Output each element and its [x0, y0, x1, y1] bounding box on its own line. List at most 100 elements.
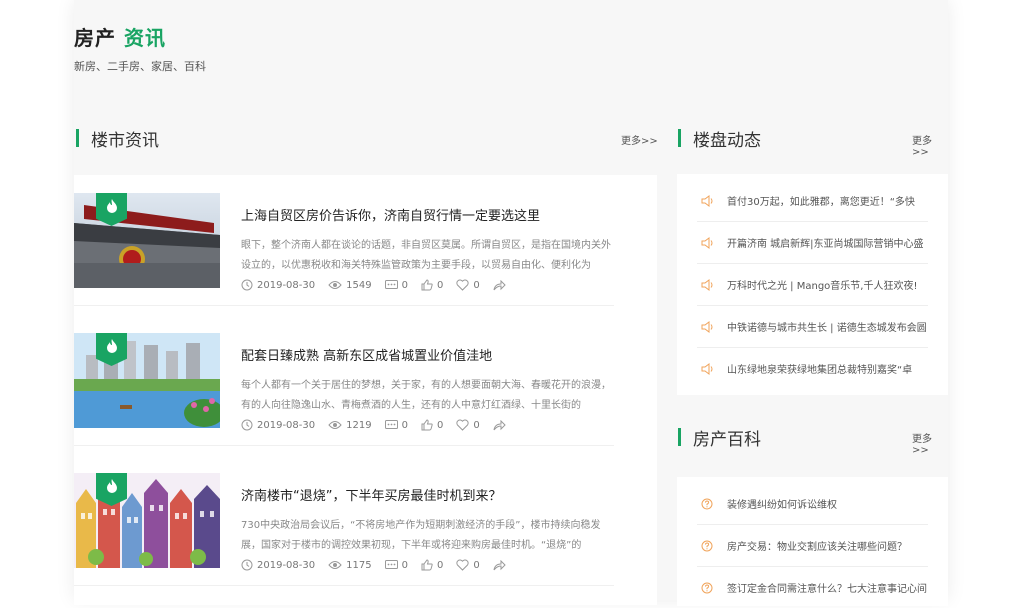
speaker-icon [701, 236, 715, 250]
brand-part2: 资讯 [124, 26, 166, 50]
section-header-encyclopedia: 房产百科 [678, 425, 761, 450]
news-item[interactable]: 济南楼市“退烧”，下半年买房最佳时机到来？ 730中央政治局会议后，“不将房地产… [74, 455, 614, 586]
share-icon [493, 279, 506, 290]
thumbs-up-icon [421, 419, 433, 431]
encyclopedia-list: 装修遇纠纷如何诉讼维权 房产交易：物业交割应该关注哪些问题？ 签订定金合同需注意… [677, 477, 948, 606]
thumbs-up-icon [421, 559, 433, 571]
clock-icon [241, 419, 253, 431]
favorites-meta[interactable]: 0 [456, 419, 480, 431]
news-comments: 0 [401, 419, 408, 431]
news-thumbnail[interactable] [74, 333, 220, 428]
question-icon [701, 581, 715, 595]
section-accent-bar [678, 428, 681, 446]
property-news-item[interactable]: 中铁诺德与城市共生长 | 诺德生态城发布会圆 [697, 306, 928, 348]
property-news-item[interactable]: 首付30万起，如此雅郡，离您更近！“多快 [697, 180, 928, 222]
share-meta[interactable] [493, 279, 506, 291]
news-date: 2019-08-30 [257, 559, 316, 571]
encyclopedia-item[interactable]: 房产交易：物业交割应该关注哪些问题？ [697, 525, 928, 567]
flame-icon [106, 199, 117, 213]
views-meta: 1175 [328, 559, 372, 571]
comments-meta[interactable]: 0 [384, 279, 408, 291]
eye-icon [328, 561, 342, 569]
date-meta: 2019-08-30 [241, 279, 315, 291]
news-favorites: 0 [473, 559, 480, 571]
clock-icon [241, 279, 253, 291]
speaker-icon [701, 194, 715, 208]
comment-icon [384, 279, 398, 289]
more-link-market[interactable]: 更多>> [621, 132, 658, 147]
news-thumbnail[interactable] [74, 193, 220, 288]
views-meta: 1219 [328, 419, 372, 431]
news-date: 2019-08-30 [257, 279, 316, 291]
news-meta: 2019-08-30 1549 0 0 0 [241, 279, 519, 291]
news-likes: 0 [436, 279, 444, 291]
speaker-icon [701, 320, 715, 334]
speaker-icon [701, 278, 715, 292]
share-meta[interactable] [493, 419, 506, 431]
news-favorites: 0 [473, 279, 480, 291]
eye-icon [328, 421, 342, 429]
content-page: 房产 资讯 新房、二手房、家居、百科 楼市资讯 更多>> 楼盘动态 更多>> 上… [74, 0, 948, 606]
eye-icon [328, 281, 342, 289]
flame-icon [106, 479, 117, 493]
news-views: 1219 [346, 419, 372, 431]
heart-icon [456, 559, 469, 571]
property-news-item[interactable]: 山东绿地泉荣获绿地集团总裁特别嘉奖“卓 [697, 348, 928, 389]
news-likes: 0 [436, 419, 444, 431]
clock-icon [241, 559, 253, 571]
news-item[interactable]: 上海自贸区房价告诉你，济南自贸行情一定要选这里 眼下，整个济南人都在谈论的话题，… [74, 175, 614, 306]
share-icon [493, 559, 506, 570]
section-accent-bar [678, 129, 681, 147]
comments-meta[interactable]: 0 [384, 559, 408, 571]
question-icon [701, 497, 715, 511]
news-summary: 每个人都有一个关于居住的梦想，关于家，有的人想要面朝大海、春暖花开的浪漫，有的人… [241, 380, 611, 411]
section-accent-bar [76, 129, 79, 147]
date-meta: 2019-08-30 [241, 419, 315, 431]
brand-part1: 房产 [74, 26, 116, 50]
question-icon [701, 539, 715, 553]
likes-meta[interactable]: 0 [421, 419, 443, 431]
comments-meta[interactable]: 0 [384, 419, 408, 431]
property-news-item[interactable]: 开篇济南 城启新辉|东亚尚城国际营销中心盛 [697, 222, 928, 264]
favorites-meta[interactable]: 0 [456, 279, 480, 291]
news-title[interactable]: 济南楼市“退烧”，下半年买房最佳时机到来？ [241, 485, 501, 504]
section-title-market: 楼市资讯 [91, 130, 159, 151]
property-news-list: 首付30万起，如此雅郡，离您更近！“多快 开篇济南 城启新辉|东亚尚城国际营销中… [677, 174, 948, 395]
more-link-property[interactable]: 更多>> [912, 132, 948, 158]
news-meta: 2019-08-30 1219 0 0 0 [241, 419, 519, 431]
section-header-market: 楼市资讯 [76, 126, 159, 151]
comment-icon [384, 419, 398, 429]
date-meta: 2019-08-30 [241, 559, 315, 571]
news-item[interactable]: 配套日臻成熟 高新东区成省城置业价值洼地 每个人都有一个关于居住的梦想，关于家，… [74, 315, 614, 446]
section-title-property: 楼盘动态 [693, 130, 761, 151]
news-summary: 眼下，整个济南人都在谈论的话题，非自贸区莫属。所谓自贸区，是指在国境内关外设立的… [241, 240, 611, 271]
likes-meta[interactable]: 0 [421, 279, 443, 291]
page-brand: 房产 资讯 [74, 22, 166, 51]
comment-icon [384, 559, 398, 569]
encyclopedia-item[interactable]: 装修遇纠纷如何诉讼维权 [697, 483, 928, 525]
more-link-encyclopedia[interactable]: 更多>> [912, 430, 948, 456]
news-summary: 730中央政治局会议后，“不将房地产作为短期刺激经济的手段”，楼市持续向稳发展，… [241, 520, 601, 551]
property-news-item[interactable]: 万科时代之光 | Mango音乐节,千人狂欢夜! [697, 264, 928, 306]
news-thumbnail[interactable] [74, 473, 220, 568]
share-icon [493, 419, 506, 430]
news-views: 1549 [346, 279, 372, 291]
news-title[interactable]: 配套日臻成熟 高新东区成省城置业价值洼地 [241, 345, 492, 364]
news-favorites: 0 [473, 419, 480, 431]
heart-icon [456, 279, 469, 291]
views-meta: 1549 [328, 279, 372, 291]
encyclopedia-item[interactable]: 签订定金合同需注意什么？七大注意事记心间 [697, 567, 928, 608]
likes-meta[interactable]: 0 [421, 559, 443, 571]
news-comments: 0 [401, 279, 408, 291]
news-list: 上海自贸区房价告诉你，济南自贸行情一定要选这里 眼下，整个济南人都在谈论的话题，… [74, 175, 657, 605]
favorites-meta[interactable]: 0 [456, 559, 480, 571]
flame-icon [106, 339, 117, 353]
news-likes: 0 [436, 559, 444, 571]
section-title-encyclopedia: 房产百科 [693, 429, 761, 450]
news-title[interactable]: 上海自贸区房价告诉你，济南自贸行情一定要选这里 [241, 205, 540, 224]
news-views: 1175 [346, 559, 372, 571]
page-subtitle: 新房、二手房、家居、百科 [74, 60, 206, 73]
heart-icon [456, 419, 469, 431]
share-meta[interactable] [493, 559, 506, 571]
news-meta: 2019-08-30 1175 0 0 0 [241, 559, 519, 571]
